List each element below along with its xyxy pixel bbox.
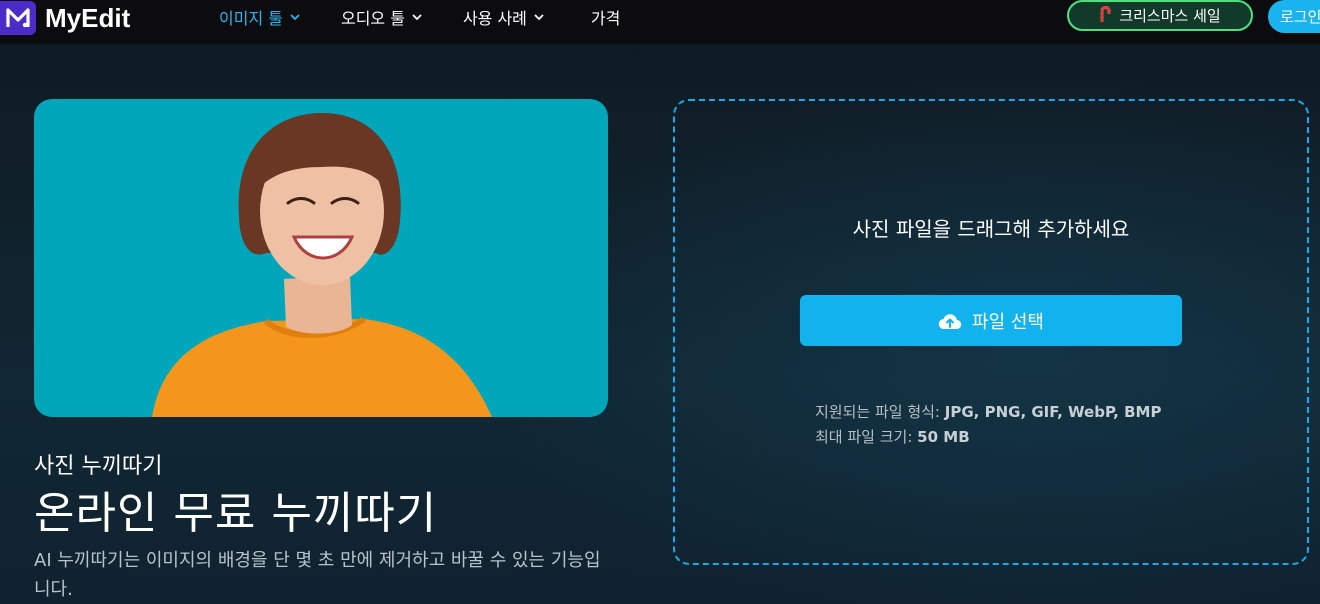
login-button[interactable]: 로그인: [1268, 0, 1320, 33]
nav-item-label: 사용 사례: [462, 9, 527, 28]
top-navigation-bar: MyEdit 이미지 툴 오디오 툴 사용 사례 가격 크리스마스 세일 로그인: [0, 0, 1320, 44]
maxsize-value: 50 MB: [917, 428, 970, 446]
drop-instruction: 사진 파일을 드래그해 추가하세요: [852, 217, 1130, 241]
formats-label: 지원되는 파일 형식:: [815, 403, 940, 421]
supported-formats: 지원되는 파일 형식: JPG, PNG, GIF, WebP, BMP: [815, 400, 1161, 425]
smiling-woman-illustration: [152, 113, 492, 417]
hero-description: AI 누끼따기는 이미지의 배경을 단 몇 초 만에 제거하고 바꿀 수 있는 …: [34, 550, 601, 600]
hero-image: [34, 99, 608, 417]
choose-file-button[interactable]: 파일 선택: [800, 295, 1182, 346]
myedit-logo-icon: [0, 1, 36, 35]
login-label: 로그인: [1280, 8, 1320, 26]
nav-item-image-tools[interactable]: 이미지 툴: [219, 5, 301, 29]
main-nav: 이미지 툴 오디오 툴 사용 사례 가격: [219, 0, 620, 34]
nav-item-label: 이미지 툴: [219, 9, 283, 28]
upload-requirements: 지원되는 파일 형식: JPG, PNG, GIF, WebP, BMP 최대 …: [815, 400, 1161, 450]
max-file-size: 최대 파일 크기: 50 MB: [815, 425, 1161, 450]
christmas-sale-button[interactable]: 크리스마스 세일: [1067, 0, 1253, 31]
choose-file-label: 파일 선택: [972, 311, 1044, 333]
maxsize-label: 최대 파일 크기:: [815, 428, 913, 446]
chevron-down-icon: [412, 14, 422, 21]
cloud-upload-icon: [938, 313, 962, 329]
nav-item-label: 가격: [590, 9, 621, 28]
page-title: 온라인 무료 누끼따기: [34, 488, 438, 539]
formats-value: JPG, PNG, GIF, WebP, BMP: [944, 403, 1162, 421]
logo-text: MyEdit: [45, 2, 131, 33]
nav-item-label: 오디오 툴: [340, 9, 405, 28]
candy-cane-icon: [1099, 5, 1111, 26]
chevron-down-icon: [290, 14, 300, 21]
logo[interactable]: MyEdit: [0, 0, 130, 36]
nav-item-pricing[interactable]: 가격: [591, 5, 620, 29]
promo-label: 크리스마스 세일: [1119, 7, 1221, 25]
nav-item-audio-tools[interactable]: 오디오 툴: [341, 5, 423, 29]
chevron-down-icon: [534, 14, 544, 21]
nav-item-use-cases[interactable]: 사용 사례: [463, 5, 545, 29]
hero-kicker: 사진 누끼따기: [34, 454, 163, 479]
